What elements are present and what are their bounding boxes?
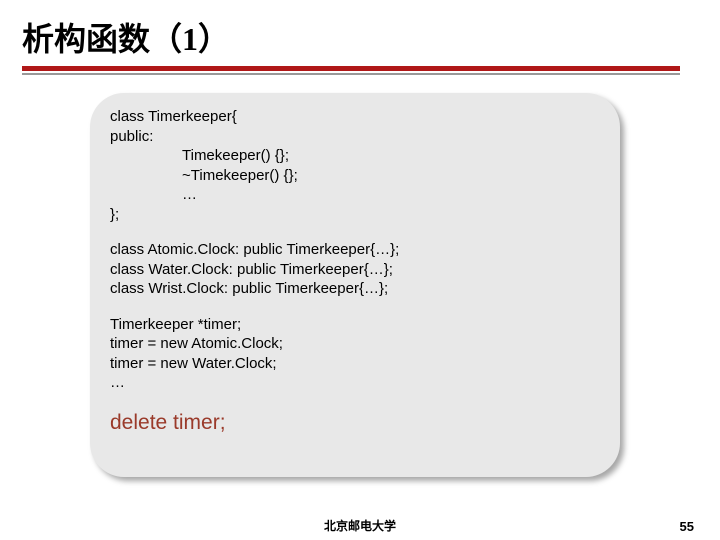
- code-line: Timerkeeper *timer;: [110, 315, 606, 335]
- gray-rule: [22, 73, 680, 75]
- title-underline: [0, 66, 680, 75]
- code-line: timer = new Atomic.Clock;: [110, 334, 606, 354]
- code-line: };: [110, 205, 606, 225]
- red-rule: [22, 66, 680, 71]
- code-line: …: [110, 185, 606, 205]
- code-line: class Atomic.Clock: public Timerkeeper{……: [110, 240, 606, 260]
- code-line: Timekeeper() {};: [110, 146, 606, 166]
- code-panel: class Timerkeeper{ public: Timekeeper() …: [90, 93, 620, 477]
- footer-page-number: 55: [680, 519, 694, 534]
- code-line: …: [110, 373, 606, 393]
- code-line: public:: [110, 127, 606, 147]
- code-line: class Wrist.Clock: public Timerkeeper{…}…: [110, 279, 606, 299]
- slide-title: 析构函数（1）: [0, 0, 720, 66]
- code-line: class Water.Clock: public Timerkeeper{…}…: [110, 260, 606, 280]
- footer-university: 北京邮电大学: [0, 517, 720, 534]
- code-line: timer = new Water.Clock;: [110, 354, 606, 374]
- code-line: ~Timekeeper() {};: [110, 166, 606, 186]
- code-line-emphasis: delete timer;: [110, 409, 606, 436]
- code-line: class Timerkeeper{: [110, 107, 606, 127]
